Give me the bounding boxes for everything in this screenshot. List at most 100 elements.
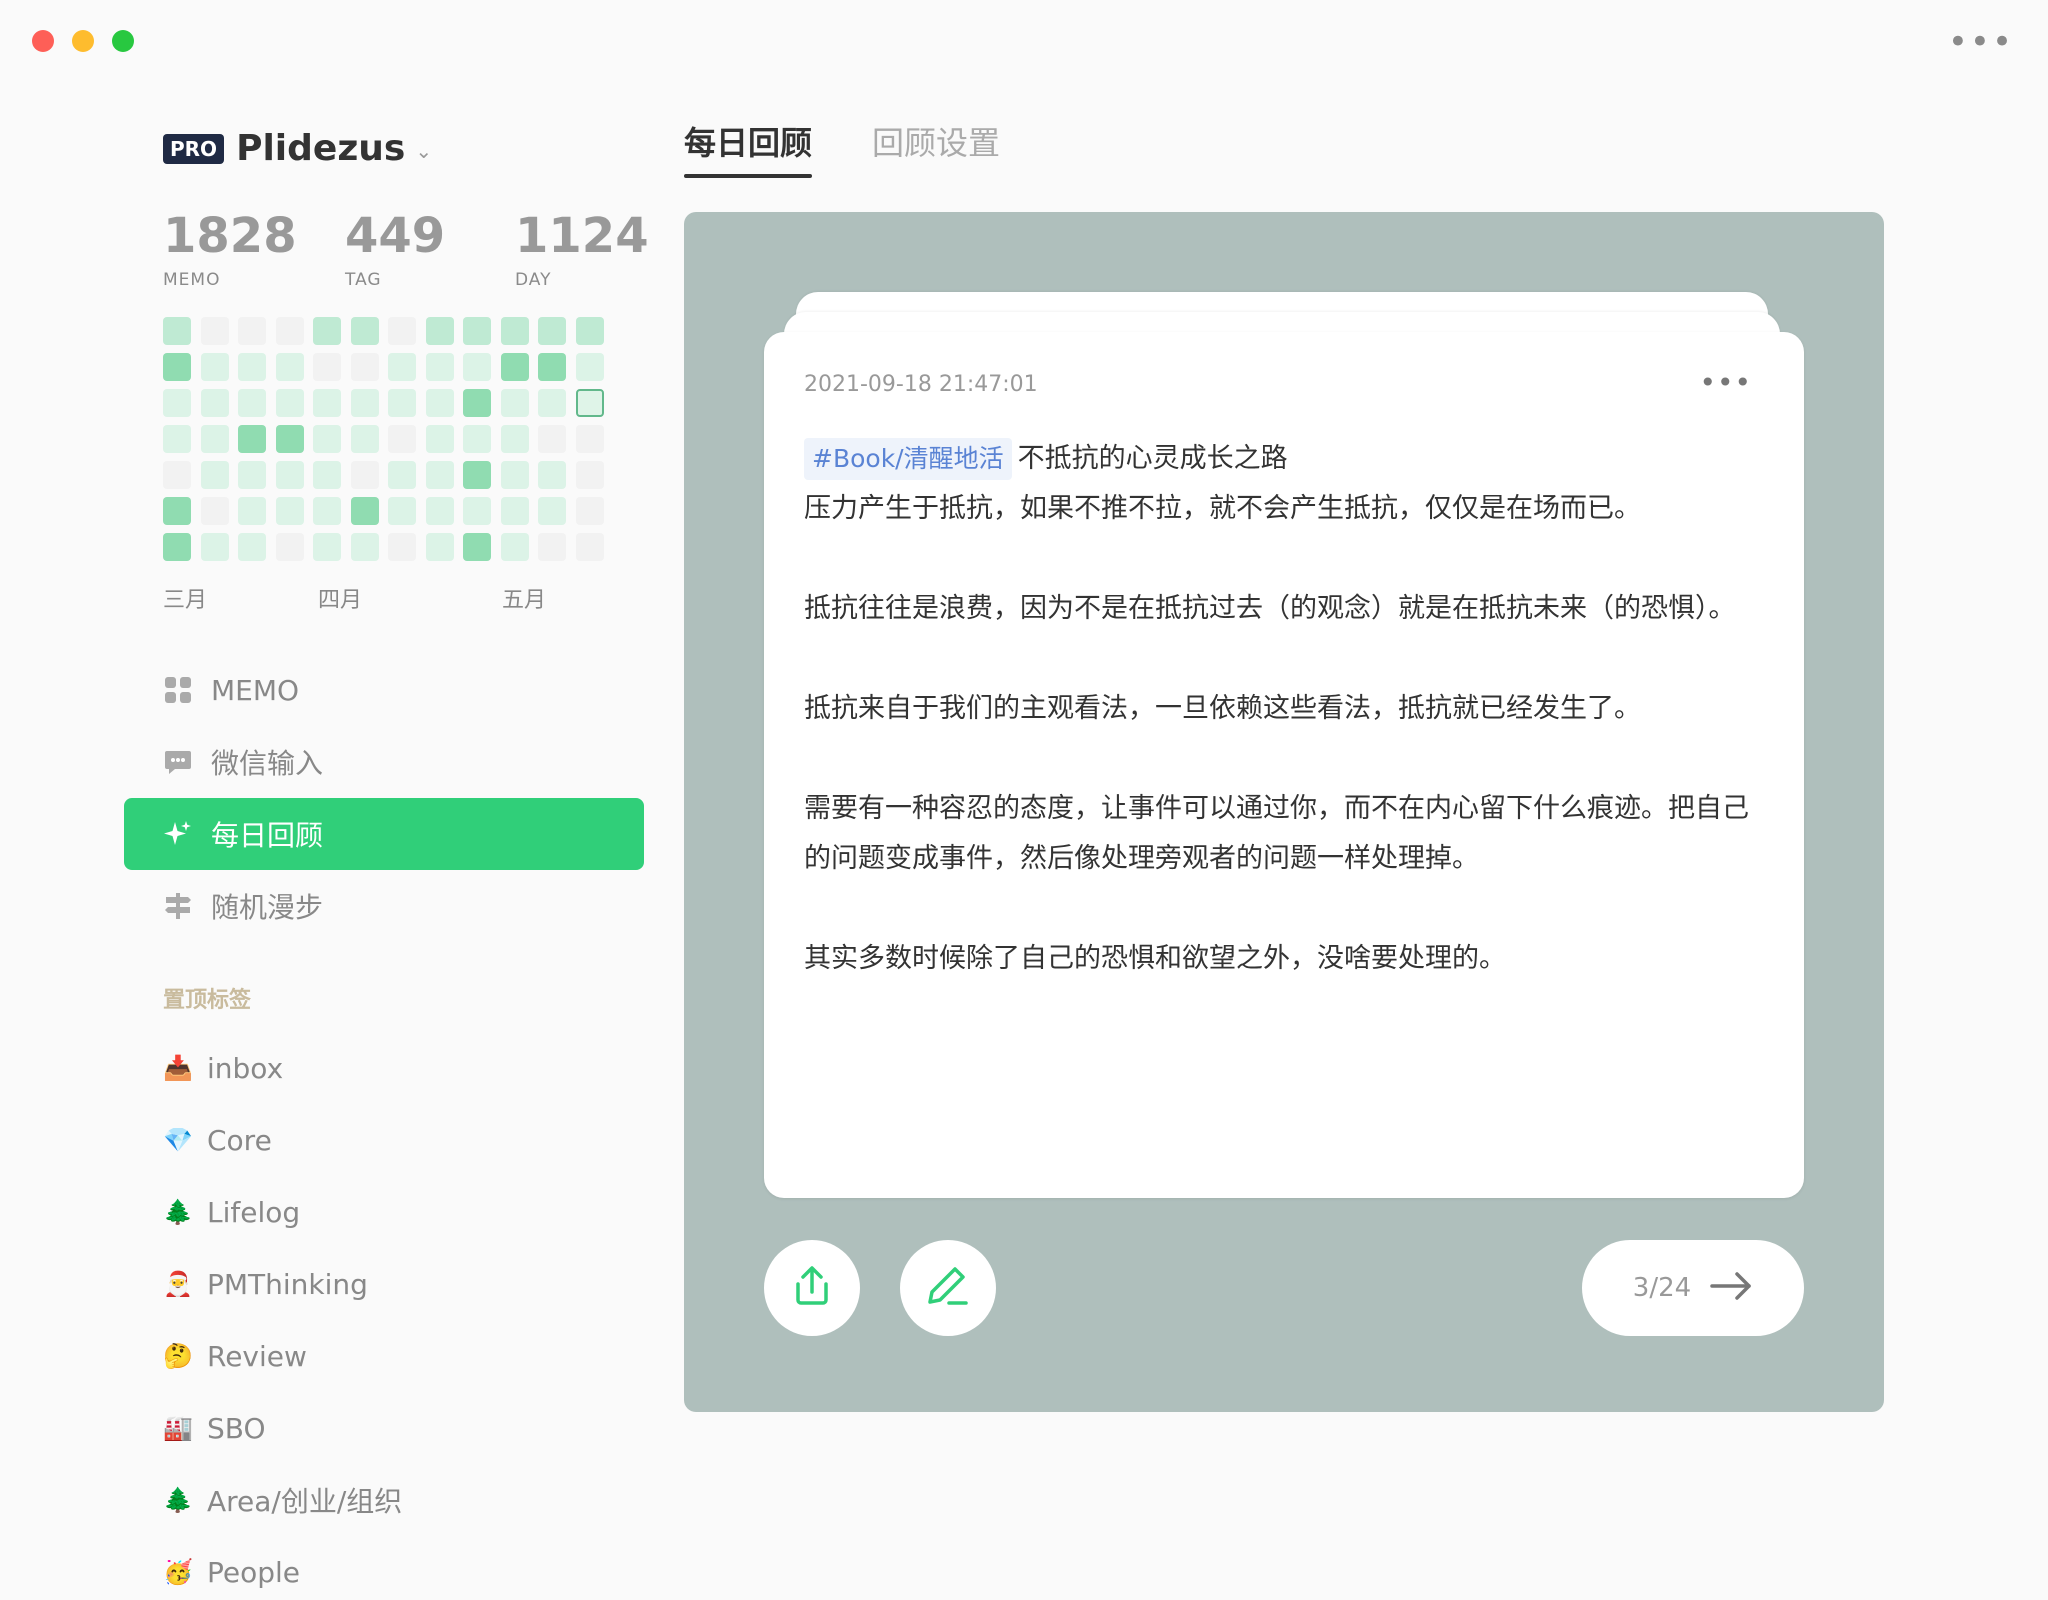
heatmap-cell[interactable]: [425, 389, 454, 417]
heatmap-cell[interactable]: [463, 389, 491, 417]
heatmap-cell[interactable]: [538, 353, 566, 381]
pinned-tag-area[interactable]: 🌲 Area/创业/组织: [163, 1480, 402, 1520]
nav-item-random-walk[interactable]: 随机漫步: [124, 870, 644, 942]
memo-tag-link[interactable]: #Book/清醒地活: [804, 438, 1012, 480]
heatmap-cell[interactable]: [388, 317, 416, 345]
heatmap-cell[interactable]: [500, 533, 529, 561]
share-button[interactable]: [764, 1240, 860, 1336]
heatmap-cell[interactable]: [275, 353, 304, 381]
heatmap-cell[interactable]: [200, 353, 229, 381]
heatmap-cell[interactable]: [388, 533, 416, 561]
heatmap-cell[interactable]: [200, 461, 229, 489]
heatmap-cell[interactable]: [200, 317, 229, 345]
heatmap-cell[interactable]: [500, 317, 529, 345]
pinned-tag-core[interactable]: 💎 Core: [163, 1120, 272, 1160]
heatmap-cell[interactable]: [388, 497, 416, 525]
heatmap-cell[interactable]: [575, 425, 604, 453]
heatmap-cell[interactable]: [538, 461, 566, 489]
heatmap-cell[interactable]: [163, 317, 191, 345]
heatmap-cell[interactable]: [538, 533, 566, 561]
heatmap-cell[interactable]: [425, 425, 454, 453]
heatmap-cell[interactable]: [313, 497, 341, 525]
heatmap-cell[interactable]: [238, 317, 266, 345]
heatmap-cell[interactable]: [313, 389, 341, 417]
pinned-tag-sbo[interactable]: 🏭 SBO: [163, 1408, 265, 1448]
heatmap-cell[interactable]: [238, 353, 266, 381]
next-memo-button[interactable]: 3/24: [1582, 1240, 1804, 1336]
pinned-tag-review[interactable]: 🤔 Review: [163, 1336, 307, 1376]
heatmap-cell[interactable]: [350, 533, 379, 561]
heatmap-cell[interactable]: [275, 425, 304, 453]
heatmap-cell[interactable]: [200, 533, 229, 561]
account-switcher[interactable]: PRO Plidezus ⌄: [163, 128, 432, 169]
heatmap-cell[interactable]: [350, 497, 379, 525]
heatmap-cell[interactable]: [275, 497, 304, 525]
heatmap-cell[interactable]: [350, 353, 379, 381]
heatmap-cell[interactable]: [313, 425, 341, 453]
heatmap-cell[interactable]: [275, 317, 304, 345]
tab-daily-review[interactable]: 每日回顾: [684, 118, 813, 178]
heatmap-cell[interactable]: [463, 317, 491, 345]
heatmap-cell[interactable]: [163, 389, 191, 417]
heatmap-cell[interactable]: [200, 389, 229, 417]
heatmap-cell[interactable]: [500, 497, 529, 525]
heatmap-cell[interactable]: [313, 533, 341, 561]
heatmap-cell[interactable]: [388, 461, 416, 489]
nav-item-daily-review[interactable]: 每日回顾: [124, 798, 644, 870]
heatmap-cell[interactable]: [538, 497, 566, 525]
heatmap-cell[interactable]: [538, 425, 566, 453]
heatmap-cell[interactable]: [238, 389, 266, 417]
heatmap-cell[interactable]: [200, 425, 229, 453]
heatmap-cell[interactable]: [463, 533, 491, 561]
heatmap-cell[interactable]: [313, 353, 341, 381]
heatmap-cell[interactable]: [463, 425, 491, 453]
heatmap-cell[interactable]: [463, 353, 491, 381]
heatmap-cell[interactable]: [350, 317, 379, 345]
heatmap-cell[interactable]: [463, 461, 491, 489]
heatmap-cell[interactable]: [350, 389, 379, 417]
window-more-icon[interactable]: •••: [1948, 22, 2014, 62]
pinned-tag-inbox[interactable]: 📥 inbox: [163, 1048, 283, 1088]
nav-item-memo[interactable]: MEMO: [124, 654, 644, 726]
heatmap-cell[interactable]: [388, 389, 416, 417]
heatmap-cell[interactable]: [575, 461, 604, 489]
heatmap-cell[interactable]: [388, 353, 416, 381]
heatmap-cell[interactable]: [425, 317, 454, 345]
heatmap-cell[interactable]: [500, 353, 529, 381]
heatmap-cell[interactable]: [575, 353, 604, 381]
heatmap-cell[interactable]: [163, 425, 191, 453]
heatmap-cell[interactable]: [238, 533, 266, 561]
pinned-tag-lifelog[interactable]: 🌲 Lifelog: [163, 1192, 300, 1232]
heatmap-cell[interactable]: [163, 497, 191, 525]
heatmap-cell[interactable]: [350, 425, 379, 453]
pinned-tag-people[interactable]: 🥳 People: [163, 1552, 300, 1592]
heatmap-cell[interactable]: [388, 425, 416, 453]
heatmap-cell[interactable]: [538, 389, 566, 417]
heatmap-cell[interactable]: [500, 461, 529, 489]
heatmap-cell[interactable]: [238, 497, 266, 525]
heatmap-cell[interactable]: [425, 353, 454, 381]
heatmap-cell[interactable]: [575, 317, 604, 345]
heatmap-cell[interactable]: [200, 497, 229, 525]
heatmap-cell[interactable]: [425, 461, 454, 489]
heatmap-cell[interactable]: [163, 353, 191, 381]
heatmap-cell-today[interactable]: [575, 389, 604, 417]
zoom-window-button[interactable]: [112, 30, 134, 52]
heatmap-cell[interactable]: [275, 461, 304, 489]
heatmap-cell[interactable]: [275, 389, 304, 417]
heatmap-cell[interactable]: [313, 461, 341, 489]
heatmap-cell[interactable]: [163, 461, 191, 489]
minimize-window-button[interactable]: [72, 30, 94, 52]
heatmap-cell[interactable]: [275, 533, 304, 561]
edit-button[interactable]: [900, 1240, 996, 1336]
close-window-button[interactable]: [32, 30, 54, 52]
heatmap-cell[interactable]: [500, 425, 529, 453]
nav-item-wechat[interactable]: 微信输入: [124, 726, 644, 798]
pinned-tag-pmthinking[interactable]: 🎅 PMThinking: [163, 1264, 368, 1304]
heatmap-cell[interactable]: [238, 425, 266, 453]
heatmap-cell[interactable]: [163, 533, 191, 561]
tab-review-settings[interactable]: 回顾设置: [872, 118, 1000, 164]
heatmap-cell[interactable]: [313, 317, 341, 345]
heatmap-cell[interactable]: [350, 461, 379, 489]
heatmap-cell[interactable]: [463, 497, 491, 525]
